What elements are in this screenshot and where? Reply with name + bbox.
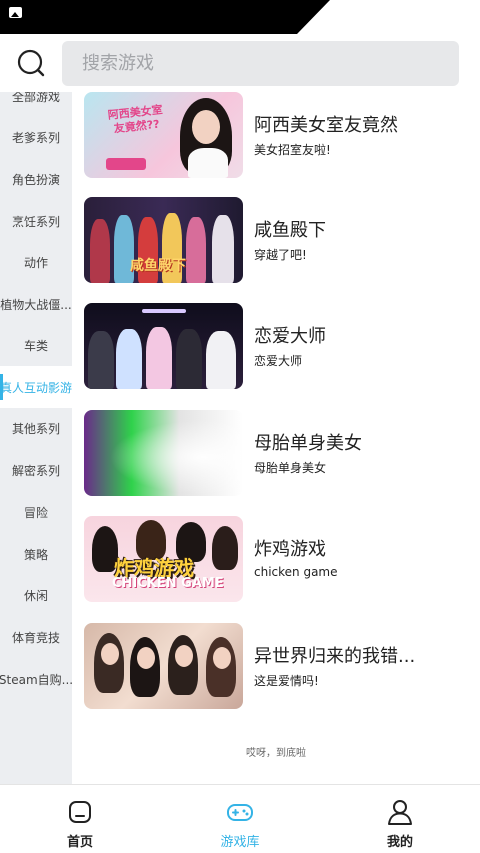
search-input[interactable] — [62, 41, 459, 86]
game-subtitle: chicken game — [254, 565, 338, 579]
game-thumbnail — [84, 623, 243, 709]
game-title: 咸鱼殿下 — [254, 220, 326, 241]
image-notification-icon — [9, 7, 22, 18]
search-bar — [0, 34, 480, 92]
game-card[interactable]: 炸鸡游戏 CHICKEN GAME 炸鸡游戏 chicken game — [72, 516, 480, 620]
game-thumbnail: 阿西美女室友竟然?? — [84, 92, 243, 178]
game-thumbnail: 咸鱼殿下 — [84, 197, 243, 283]
sidebar-item-daddy-series[interactable]: 老爹系列 — [0, 116, 72, 158]
sidebar-item-steam[interactable]: Steam自购... — [0, 658, 72, 700]
sidebar-item-label: 解密系列 — [11, 463, 60, 478]
game-card[interactable]: 阿西美女室友竟然?? 阿西美女室友竟然 美女招室友啦! — [72, 92, 480, 196]
thumbnail-button-shape — [106, 158, 146, 170]
game-thumbnail: 炸鸡游戏 CHICKEN GAME — [84, 516, 243, 602]
sidebar-item-cooking[interactable]: 烹饪系列 — [0, 200, 72, 242]
thumbnail-subtitle-text: CHICKEN GAME — [112, 576, 224, 591]
search-icon — [17, 49, 45, 77]
sidebar-item-casual[interactable]: 休闲 — [0, 574, 72, 616]
sidebar-item-label: 烹饪系列 — [11, 214, 60, 229]
sidebar-item-label: 老爹系列 — [11, 130, 60, 145]
game-subtitle: 美女招室友啦! — [254, 143, 331, 157]
thumbnail-title-text: 咸鱼殿下 — [130, 258, 186, 274]
character-face — [175, 645, 193, 667]
nav-game-library[interactable]: 游戏库 — [180, 785, 300, 853]
character-figure — [88, 331, 114, 389]
sidebar-item-label: 全部游戏 — [11, 92, 60, 104]
sidebar-item-label: Steam自购... — [0, 672, 72, 687]
nav-label: 首页 — [66, 835, 93, 850]
game-title: 炸鸡游戏 — [254, 539, 326, 560]
bottom-navigation: 首页 游戏库 我的 — [0, 784, 480, 853]
sidebar-item-cars[interactable]: 车类 — [0, 324, 72, 366]
sidebar-item-label: 体育竞技 — [11, 630, 60, 645]
character-face — [213, 647, 231, 669]
character-figure — [176, 329, 202, 389]
status-bar-background — [0, 0, 330, 34]
game-thumbnail — [84, 410, 243, 496]
game-title: 异世界归来的我错... — [254, 646, 416, 667]
character-figure — [116, 329, 142, 389]
sidebar-item-live-action[interactable]: 真人互动影游 — [0, 366, 72, 408]
thumbnail-blur — [84, 410, 243, 496]
character-figure — [90, 219, 110, 283]
sidebar-item-label: 休闲 — [23, 588, 48, 603]
game-title: 母胎单身美女 — [254, 433, 362, 454]
sidebar-item-adventure[interactable]: 冒险 — [0, 491, 72, 533]
sidebar-item-action[interactable]: 动作 — [0, 241, 72, 283]
game-card[interactable]: 咸鱼殿下 咸鱼殿下 穿越了吧! — [72, 197, 480, 301]
character-figure — [146, 327, 172, 389]
home-icon — [69, 801, 91, 823]
gamepad-icon — [227, 804, 253, 821]
sidebar-item-all[interactable]: 全部游戏 — [0, 92, 72, 117]
nav-label: 游戏库 — [220, 835, 260, 850]
sidebar-item-puzzle[interactable]: 解密系列 — [0, 449, 72, 491]
sidebar-item-strategy[interactable]: 策略 — [0, 533, 72, 575]
game-list: 阿西美女室友竟然?? 阿西美女室友竟然 美女招室友啦! 咸鱼殿下 咸鱼殿下 穿越… — [72, 92, 480, 784]
sidebar-item-label: 策略 — [23, 547, 48, 562]
game-title: 恋爱大师 — [254, 326, 326, 347]
nav-label: 我的 — [386, 835, 413, 850]
character-body — [188, 148, 228, 178]
status-bar — [0, 0, 480, 34]
sidebar-item-sports[interactable]: 体育竞技 — [0, 616, 72, 658]
sidebar-item-pvz[interactable]: 植物大战僵... — [0, 283, 72, 325]
category-sidebar: 全部游戏 老爹系列 角色扮演 烹饪系列 动作 植物大战僵... 车类 真人互动影… — [0, 92, 72, 784]
sidebar-item-label: 植物大战僵... — [0, 297, 72, 312]
nav-home[interactable]: 首页 — [20, 785, 140, 853]
sidebar-item-label: 动作 — [23, 255, 48, 270]
game-card[interactable]: 恋爱大师 恋爱大师 — [72, 303, 480, 407]
game-subtitle: 穿越了吧! — [254, 248, 307, 262]
thumbnail-title-text: 阿西美女室友竟然?? — [107, 103, 164, 136]
game-card[interactable]: 异世界归来的我错... 这是爱情吗! — [72, 623, 480, 727]
game-subtitle: 这是爱情吗! — [254, 674, 319, 688]
sidebar-item-roleplay[interactable]: 角色扮演 — [0, 158, 72, 200]
profile-icon — [388, 800, 412, 825]
nav-profile[interactable]: 我的 — [340, 785, 460, 853]
game-subtitle: 恋爱大师 — [254, 354, 303, 368]
character-hair — [212, 526, 238, 570]
list-end-text: 哎呀，到底啦 — [246, 748, 306, 759]
character-face — [101, 643, 119, 665]
sidebar-item-label: 冒险 — [23, 505, 48, 520]
thumbnail-logo-shape — [142, 309, 186, 313]
character-figure — [206, 331, 236, 389]
game-card[interactable]: 母胎单身美女 母胎单身美女 — [72, 410, 480, 514]
sidebar-item-label: 其他系列 — [11, 421, 60, 436]
sidebar-item-other[interactable]: 其他系列 — [0, 407, 72, 449]
game-thumbnail — [84, 303, 243, 389]
sidebar-item-label: 车类 — [23, 338, 48, 353]
game-title: 阿西美女室友竟然 — [254, 115, 398, 136]
sidebar-item-label: 真人互动影游 — [0, 380, 72, 395]
character-figure — [212, 215, 234, 283]
character-face — [192, 110, 220, 144]
game-subtitle: 母胎单身美女 — [254, 461, 327, 475]
character-figure — [186, 217, 206, 283]
search-button[interactable] — [10, 42, 52, 84]
sidebar-item-label: 角色扮演 — [11, 172, 60, 187]
character-face — [137, 647, 155, 669]
